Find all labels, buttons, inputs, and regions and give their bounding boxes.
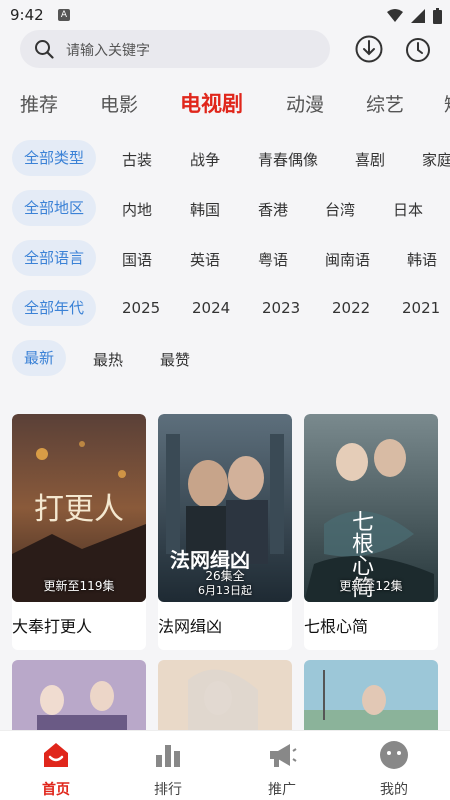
- card-title[interactable]: 大奉打更人: [12, 613, 92, 637]
- poster-image[interactable]: 法网缉凶 26集全 6月13日起: [158, 414, 292, 602]
- filter-option[interactable]: 国语: [122, 249, 152, 270]
- filter-option[interactable]: 家庭: [422, 149, 450, 170]
- nav-label: 推广: [268, 782, 296, 798]
- history-icon[interactable]: [404, 36, 432, 64]
- filter-option[interactable]: 闽南语: [325, 249, 370, 270]
- tab-anime[interactable]: 动漫: [286, 90, 324, 117]
- poster-art: [304, 660, 438, 740]
- filter-option[interactable]: 2023: [262, 299, 300, 317]
- filter-option[interactable]: 最赞: [160, 349, 190, 370]
- filter-row-genre: 全部类型 古装 战争 青春偶像 喜剧 家庭: [0, 140, 450, 176]
- download-icon[interactable]: [354, 34, 384, 64]
- filter-option[interactable]: 2025: [122, 299, 160, 317]
- tab-tv-series[interactable]: 电视剧: [180, 88, 243, 118]
- nav-label: 首页: [42, 782, 70, 798]
- filter-row-language: 全部语言 国语 英语 粤语 闽南语 韩语: [0, 240, 450, 276]
- nav-profile[interactable]: 我的: [354, 739, 434, 799]
- filter-option[interactable]: 青春偶像: [258, 149, 318, 170]
- nav-promote[interactable]: 推广: [242, 739, 322, 799]
- profile-icon: [380, 741, 408, 769]
- filter-option[interactable]: 古装: [122, 149, 152, 170]
- filter-option[interactable]: 2021: [402, 299, 440, 317]
- wifi-icon: [387, 9, 403, 22]
- filter-option[interactable]: 日本: [393, 199, 423, 220]
- card-title[interactable]: 七根心简: [304, 613, 368, 637]
- video-card[interactable]: 七根心简 更新至12集 七根心简: [304, 414, 438, 650]
- release-date-badge: 6月13日起: [198, 584, 252, 597]
- poster-art: [12, 660, 146, 740]
- video-card-partial[interactable]: [12, 660, 146, 740]
- bottom-nav: 首页 排行 推广 我的: [0, 730, 450, 800]
- episode-badge: 更新至119集: [43, 579, 115, 593]
- nav-ranking[interactable]: 排行: [128, 739, 208, 799]
- video-card-partial[interactable]: [158, 660, 292, 740]
- tab-short[interactable]: 短: [444, 90, 450, 117]
- filter-chip-active[interactable]: 全部年代: [12, 290, 97, 326]
- battery-icon: [433, 8, 442, 24]
- filter-option[interactable]: 最热: [93, 349, 123, 370]
- filter-option[interactable]: 粤语: [258, 249, 288, 270]
- home-icon: [44, 743, 68, 767]
- filter-option[interactable]: 香港: [258, 199, 288, 220]
- nav-label: 我的: [380, 782, 408, 798]
- filter-row-sort: 最新 最热 最赞: [0, 340, 450, 376]
- tab-movie[interactable]: 电影: [100, 90, 138, 117]
- poster-title-art: 打更人: [34, 492, 124, 527]
- poster-image[interactable]: 七根心简 更新至12集: [304, 414, 438, 602]
- video-card-partial[interactable]: [304, 660, 438, 740]
- nav-home[interactable]: 首页: [16, 739, 96, 799]
- episode-badge: 更新至12集: [339, 579, 403, 593]
- filter-chip-active[interactable]: 最新: [12, 340, 67, 376]
- status-icons: [387, 8, 442, 24]
- tab-recommend[interactable]: 推荐: [20, 90, 58, 117]
- signal-icon: [411, 9, 425, 23]
- notification-icon: A: [58, 9, 70, 21]
- megaphone-icon: [270, 744, 297, 767]
- search-icon: [35, 40, 54, 59]
- category-tabs: 推荐 电影 电视剧 动漫 综艺 短: [0, 82, 450, 122]
- filter-option[interactable]: 英语: [190, 249, 220, 270]
- filter-row-year: 全部年代 2025 2024 2023 2022 2021: [0, 290, 450, 326]
- filter-option[interactable]: 2022: [332, 299, 370, 317]
- card-title[interactable]: 法网缉凶: [158, 613, 222, 637]
- filter-chip-active[interactable]: 全部地区: [12, 190, 97, 226]
- status-bar: 9:42 A: [0, 0, 450, 30]
- video-card[interactable]: 打更人 更新至119集 大奉打更人: [12, 414, 146, 650]
- search-input[interactable]: 请输入关键字: [66, 40, 150, 60]
- filter-chip-active[interactable]: 全部语言: [12, 240, 97, 276]
- filter-chip-active[interactable]: 全部类型: [12, 140, 97, 176]
- rank-icon: [156, 745, 180, 767]
- filter-option[interactable]: 台湾: [325, 199, 355, 220]
- filter-option[interactable]: 2024: [192, 299, 230, 317]
- filter-option[interactable]: 战争: [190, 149, 220, 170]
- tab-variety[interactable]: 综艺: [366, 90, 404, 117]
- filter-option[interactable]: 韩语: [407, 249, 437, 270]
- filter-row-region: 全部地区 内地 韩国 香港 台湾 日本: [0, 190, 450, 226]
- poster-image[interactable]: 打更人 更新至119集: [12, 414, 146, 602]
- search-bar[interactable]: 请输入关键字: [20, 30, 330, 68]
- filter-option[interactable]: 韩国: [190, 199, 220, 220]
- filter-option[interactable]: 内地: [122, 199, 152, 220]
- status-time: 9:42: [10, 6, 44, 24]
- video-card[interactable]: 法网缉凶 26集全 6月13日起 法网缉凶: [158, 414, 292, 650]
- poster-art: [158, 660, 292, 740]
- nav-label: 排行: [154, 782, 182, 798]
- filter-option[interactable]: 喜剧: [355, 149, 385, 170]
